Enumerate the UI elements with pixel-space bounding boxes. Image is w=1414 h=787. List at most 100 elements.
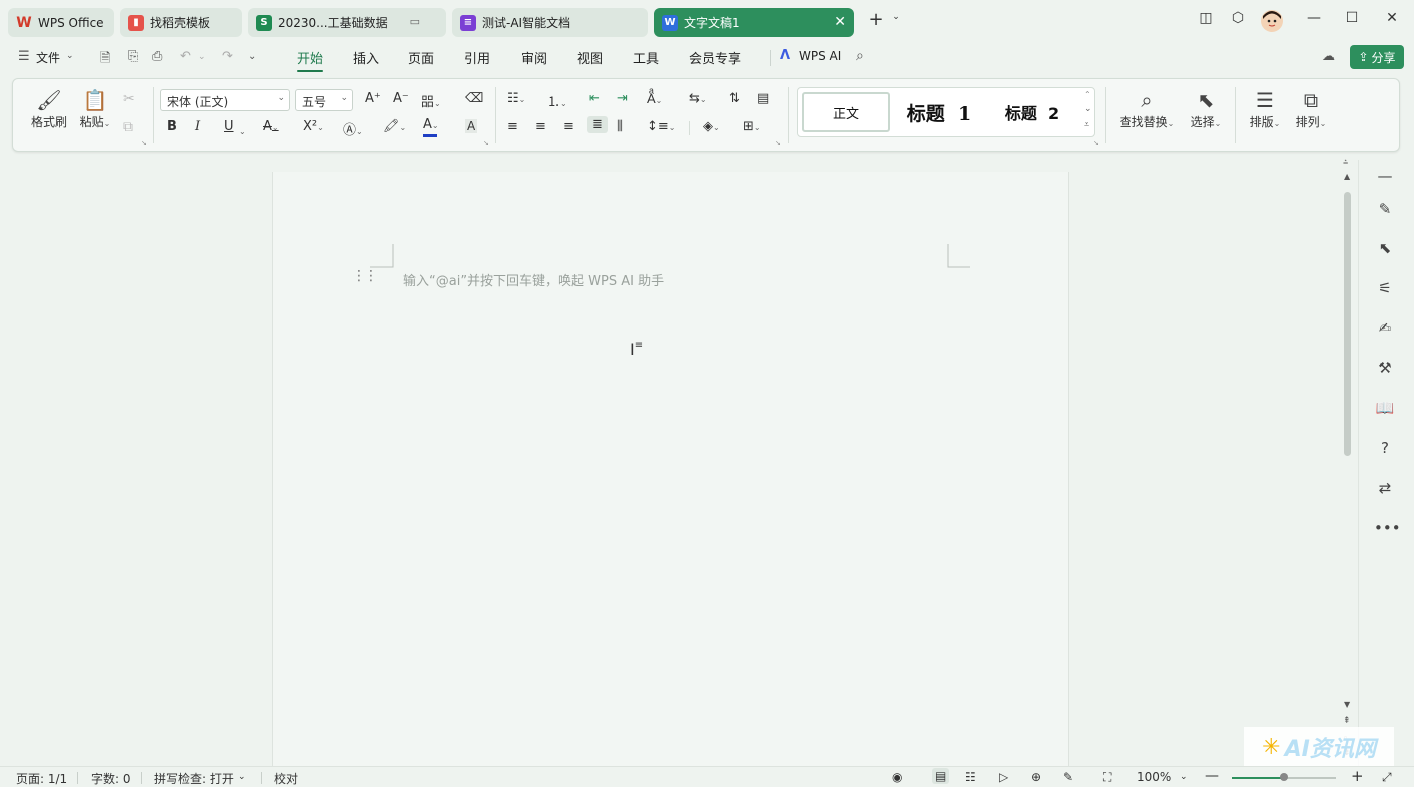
zoom-slider-knob[interactable] — [1280, 773, 1288, 781]
font-color-button[interactable]: A⌄ — [423, 117, 439, 137]
save-icon[interactable]: 🗎 — [100, 49, 110, 71]
tab-review[interactable]: 审阅 — [521, 48, 547, 67]
undo-dropdown-icon[interactable]: ⌄ — [198, 52, 206, 62]
paragraph-launcher-icon[interactable]: ↘ — [775, 139, 781, 147]
tools-icon[interactable]: ⚒ — [1374, 357, 1396, 379]
styles-launcher-icon[interactable]: ↘ — [1093, 139, 1099, 147]
share-button[interactable]: ⇪ 分享 — [1350, 45, 1404, 69]
increase-indent-icon[interactable]: ⇥ — [617, 91, 628, 106]
collapse-panel-icon[interactable]: — — [1374, 165, 1396, 187]
tab-wps-office[interactable]: W WPS Office — [8, 8, 114, 37]
cloud-icon[interactable]: ☁ — [1322, 49, 1335, 64]
spell-dropdown-icon[interactable]: ⌄ — [238, 772, 246, 782]
adjust-sliders-icon[interactable]: ⚟ — [1374, 277, 1396, 299]
shading-icon[interactable]: ◈⌄ — [703, 119, 720, 134]
quick-access-more-icon[interactable]: ⌄ — [248, 51, 256, 62]
tab-insert[interactable]: 插入 — [353, 48, 379, 67]
close-tab-icon[interactable]: ✕ — [834, 14, 846, 30]
decrease-font-icon[interactable]: A⁻ — [393, 91, 409, 106]
tab-ai-doc[interactable]: ≡ 测试-AI智能文档 — [452, 8, 648, 37]
scrollbar-thumb[interactable] — [1344, 192, 1351, 456]
fullscreen-icon[interactable]: ⤢ — [1382, 770, 1392, 785]
font-size-select[interactable]: 五号 ⌄ — [295, 89, 353, 111]
close-window-icon[interactable]: ✕ — [1380, 10, 1404, 26]
select-button[interactable]: ⬉ 选择⌄ — [1183, 87, 1229, 130]
scroll-top-icon[interactable]: ⩮ — [1343, 158, 1348, 168]
pointer-icon[interactable]: ⬉ — [1374, 237, 1396, 259]
styles-scroll-down-icon[interactable]: ⌄ — [1084, 104, 1092, 114]
help-icon[interactable]: ? — [1374, 437, 1396, 459]
bullet-list-icon[interactable]: ☷⌄ — [507, 91, 525, 106]
wps-ai-button[interactable]: WPS AI — [799, 49, 841, 63]
print-preview-icon[interactable]: ⎙ — [152, 49, 162, 64]
pen-edit-icon[interactable]: ✎ — [1374, 198, 1396, 220]
tab-references[interactable]: 引用 — [464, 48, 490, 67]
proofread-button[interactable]: 校对 — [274, 770, 298, 787]
clear-format-icon[interactable]: ⌫ — [465, 91, 483, 106]
prev-page-icon[interactable]: ⇞ — [1343, 716, 1351, 726]
fit-screen-icon[interactable]: ⛶ — [1103, 770, 1111, 785]
phonetic-guide-icon[interactable]: 㗊⌄ — [421, 91, 441, 110]
scroll-up-arrow-icon[interactable]: ▲ — [1344, 172, 1350, 181]
tab-view[interactable]: 视图 — [577, 48, 603, 67]
zoom-in-icon[interactable]: + — [1351, 767, 1364, 785]
copy-icon[interactable]: ⧉ — [123, 119, 133, 135]
strikethrough-icon[interactable]: A⌄ — [263, 119, 279, 134]
arrange-button[interactable]: ⧉ 排列⌄ — [1289, 87, 1333, 130]
underline-dropdown-icon[interactable]: ⌄ — [239, 123, 246, 137]
tab-member[interactable]: 会员专享 — [689, 48, 741, 67]
font-launcher-icon[interactable]: ↘ — [483, 139, 489, 147]
outline-view-icon[interactable]: ☷ — [965, 770, 976, 784]
zoom-dropdown-icon[interactable]: ⌄ — [1180, 772, 1188, 782]
align-right-icon[interactable]: ≡ — [563, 119, 574, 134]
reading-icon[interactable]: 📖 — [1374, 397, 1396, 419]
line-spacing-icon[interactable]: ↕≡⌄ — [647, 119, 676, 134]
show-marks-icon[interactable]: ▤ — [757, 91, 769, 106]
word-count[interactable]: 字数: 0 — [91, 770, 131, 787]
web-view-icon[interactable]: ⊕ — [1031, 770, 1041, 784]
italic-button[interactable]: I — [195, 119, 200, 134]
export-pdf-icon[interactable]: ⎘ — [128, 49, 138, 64]
superscript-icon[interactable]: X²⌄ — [303, 119, 324, 134]
text-direction-icon[interactable]: Aͣ⌄ — [647, 91, 662, 107]
play-icon[interactable]: ▷ — [999, 770, 1008, 784]
tab-spreadsheet[interactable]: S 20230...工基础数据 ▭ — [248, 8, 446, 37]
decrease-indent-icon[interactable]: ⇤ — [589, 91, 600, 106]
ai-write-icon[interactable]: ✍ — [1374, 317, 1396, 339]
more-icon[interactable]: ••• — [1374, 517, 1401, 539]
tab-dropdown-icon[interactable]: ⌄ — [884, 12, 908, 22]
write-mode-icon[interactable]: ✎ — [1063, 770, 1073, 784]
styles-more-icon[interactable]: ⩡ — [1084, 120, 1089, 130]
tab-page[interactable]: 页面 — [408, 48, 434, 67]
distributed-align-icon[interactable]: ⫼ — [617, 119, 623, 134]
zoom-level[interactable]: 100% — [1137, 770, 1171, 784]
hamburger-icon[interactable]: ☰ — [18, 49, 30, 64]
format-painter-button[interactable]: 🖌 格式刷 — [29, 87, 69, 130]
underline-button[interactable]: U — [224, 119, 234, 134]
font-name-select[interactable]: 宋体 (正文) ⌄ — [160, 89, 290, 111]
text-effect-icon[interactable]: Ⓐ⌄ — [343, 119, 363, 138]
ai-prompt-placeholder[interactable]: 输入“@ai”并按下回车键，唤起 WPS AI 助手 — [403, 270, 664, 289]
sidebar-toggle-icon[interactable]: ◫ — [1194, 10, 1218, 26]
redo-icon[interactable]: ↷ — [222, 49, 233, 64]
increase-font-icon[interactable]: A⁺ — [365, 91, 381, 106]
paste-button[interactable]: 📋 粘贴⌄ — [75, 87, 115, 130]
character-shading-icon[interactable]: A — [465, 119, 478, 133]
cut-icon[interactable]: ✂ — [123, 91, 135, 107]
spell-check[interactable]: 拼写检查: 打开 — [154, 770, 234, 787]
zoom-out-icon[interactable]: — — [1205, 768, 1219, 784]
borders-icon[interactable]: ⊞⌄ — [743, 119, 761, 134]
numbered-list-icon[interactable]: ⒈⌄ — [547, 91, 567, 110]
layout-button[interactable]: ☰ 排版⌄ — [1243, 87, 1287, 130]
style-heading-2[interactable]: 标题 2 — [992, 92, 1072, 132]
tab-home[interactable]: 开始 — [297, 48, 324, 72]
bold-button[interactable]: B — [167, 119, 177, 134]
page-indicator[interactable]: 页面: 1/1 — [16, 770, 67, 787]
undo-icon[interactable]: ↶ — [180, 49, 191, 64]
clipboard-launcher-icon[interactable]: ↘ — [141, 139, 147, 147]
tab-document-active[interactable]: W 文字文稿1 ✕ — [654, 8, 854, 37]
search-icon[interactable]: ⌕ — [856, 48, 864, 64]
styles-scroll-up-icon[interactable]: ⌃ — [1084, 90, 1091, 99]
justify-icon[interactable]: ≣ — [587, 116, 608, 133]
cube-icon[interactable]: ⬡ — [1226, 10, 1250, 26]
